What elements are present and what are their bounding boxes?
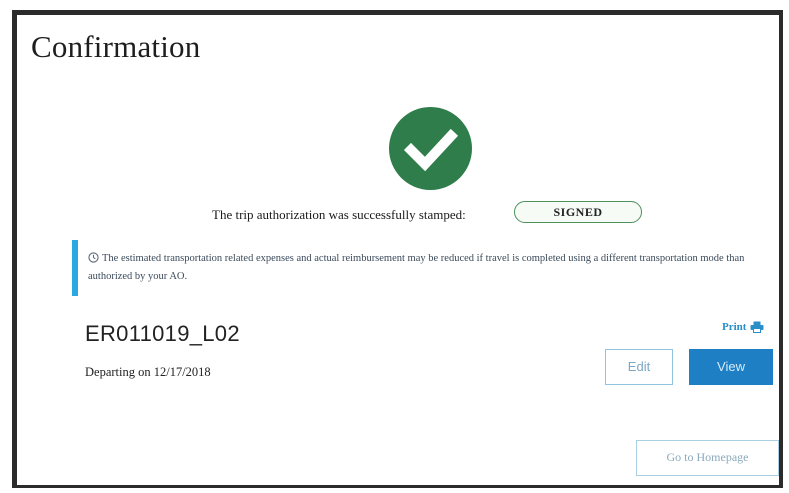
print-label: Print <box>722 321 747 333</box>
status-badge: SIGNED <box>514 201 642 223</box>
info-notice: The estimated transportation related exp… <box>72 240 772 296</box>
edit-button[interactable]: Edit <box>605 349 673 385</box>
page-title: Confirmation <box>31 29 201 64</box>
go-to-homepage-button[interactable]: Go to Homepage <box>636 440 779 476</box>
departure-date: Departing on 12/17/2018 <box>85 365 211 379</box>
printer-icon <box>750 321 764 333</box>
checkmark-icon <box>403 128 459 172</box>
confirmation-panel: Confirmation The trip authorization was … <box>12 10 783 488</box>
status-message: The trip authorization was successfully … <box>212 207 466 222</box>
view-button[interactable]: View <box>689 349 773 385</box>
success-check-icon <box>389 107 472 190</box>
print-link[interactable]: Print <box>722 321 764 333</box>
trip-id: ER011019_L02 <box>85 321 240 346</box>
notice-text: The estimated transportation related exp… <box>88 253 745 282</box>
